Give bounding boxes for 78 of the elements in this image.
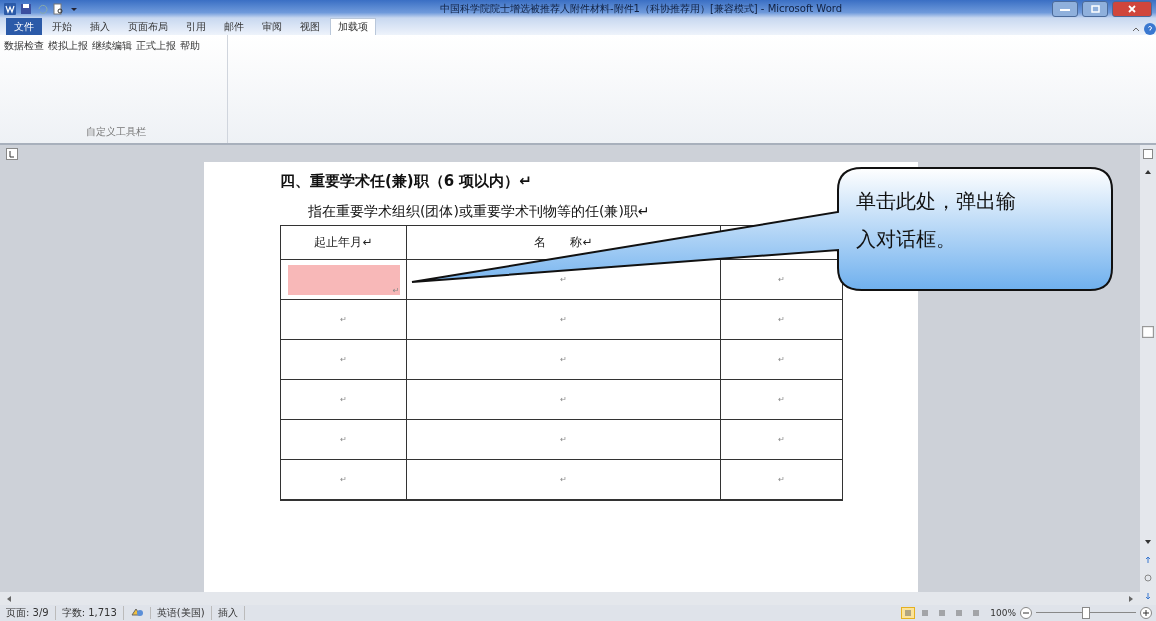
cell-mark: ↵ [778,435,785,444]
cell-mark: ↵ [560,315,567,324]
ribbon-tab[interactable]: 引用 [178,18,214,35]
group-label: 自定义工具栏 [84,125,147,139]
cell-mark: ↵ [778,355,785,364]
next-page-icon[interactable] [1143,591,1153,601]
ribbon-tab[interactable]: 页面布局 [120,18,176,35]
view-button[interactable] [901,607,916,619]
view-icon [938,609,947,617]
print-preview-icon[interactable] [52,3,64,15]
toolbar-button[interactable]: 数据检查 [4,39,44,53]
column-header: 起止年月↵ [314,234,373,251]
view-icon [904,609,913,617]
window-title: 中国科学院院士增选被推荐人附件材料-附件1（科协推荐用）[兼容模式] - Microsoft Word [438,2,844,16]
cell-mark: ↵ [778,275,785,284]
table-cell[interactable]: ↵ [281,340,407,380]
status-item[interactable]: 字数: 1,713 [55,606,124,620]
cell-mark: ↵ [560,355,567,364]
table-cell[interactable]: ↵ [281,420,407,460]
minimize-icon [1060,6,1070,12]
toolbar-button[interactable]: 继续编辑 [92,39,132,53]
cell-mark: ↵ [560,275,567,284]
close-button[interactable] [1112,1,1152,17]
table-cell[interactable]: ↵ [281,460,407,500]
zoom-slider-thumb[interactable] [1082,607,1090,619]
cell-mark: ↵ [340,395,347,404]
previous-page-icon[interactable] [1143,555,1153,565]
ribbon-tab[interactable]: 审阅 [254,18,290,35]
view-icon [955,609,964,617]
scroll-thumb-icon[interactable] [1142,325,1154,339]
ribbon-tab[interactable]: 视图 [292,18,328,35]
cell-mark: ↵ [340,435,347,444]
cell-mark: ↵ [560,475,567,484]
table-cell[interactable]: ↵ [281,380,407,420]
table-cell[interactable]: ↵ [281,300,407,340]
save-icon[interactable] [20,3,32,15]
toolbar-button[interactable]: 帮助 [180,39,200,53]
cell-mark: ↵ [340,475,347,484]
zoom-out-button[interactable] [1020,607,1032,619]
status-item[interactable]: 页面: 3/9 [0,606,56,620]
tab-stop-icon[interactable] [6,147,18,160]
section-heading: 四、重要学术任(兼)职（6 项以内）↵ [280,172,533,191]
proofing-icon[interactable] [129,607,144,617]
browse-object-icon[interactable] [1143,573,1153,583]
ribbon-tab[interactable]: 加载项 [330,18,376,35]
insert-mode-status[interactable]: 插入 [211,606,245,620]
toolbar-button[interactable]: 模拟上报 [48,39,88,53]
cell-mark: ↵ [340,315,347,324]
help-icon[interactable] [1144,23,1156,35]
view-icon [972,609,981,617]
restore-button[interactable] [1082,1,1108,17]
cell-mark: ↵ [778,395,785,404]
table-caption: 指在重要学术组织(团体)或重要学术刊物等的任(兼)职↵ [308,203,651,221]
zoom-in-button[interactable] [1140,607,1152,619]
ribbon-tab[interactable]: 插入 [82,18,118,35]
view-icon [921,609,930,617]
toolbar-button[interactable]: 正式上报 [136,39,176,53]
undo-icon[interactable] [36,3,48,15]
language-status[interactable]: 英语(美国) [150,606,212,620]
cell-mark: ↵ [560,435,567,444]
cell-mark: ↵ [560,395,567,404]
word-logo-icon[interactable] [4,3,16,15]
restore-icon [1090,5,1100,13]
ribbon-tab[interactable]: 邮件 [216,18,252,35]
cell-mark: ↵ [778,315,785,324]
column-header: 名 称↵ [534,234,593,251]
cell-mark: ↵ [778,475,785,484]
zoom-level[interactable]: 100% [990,608,1016,618]
cell-mark: ↵ [340,355,347,364]
ribbon-tab[interactable]: 开始 [44,18,80,35]
close-icon [1128,5,1136,13]
callout-text: 单击此处，弹出输入对话框。 [856,188,1017,253]
minus-icon [1023,610,1029,616]
ruler-toggle-icon[interactable] [1143,149,1153,159]
cell-mark: ↵ [392,285,400,295]
plus-icon [1143,610,1149,616]
minimize-button[interactable] [1052,1,1078,17]
file-menu-tab[interactable]: 文件 [6,18,42,35]
